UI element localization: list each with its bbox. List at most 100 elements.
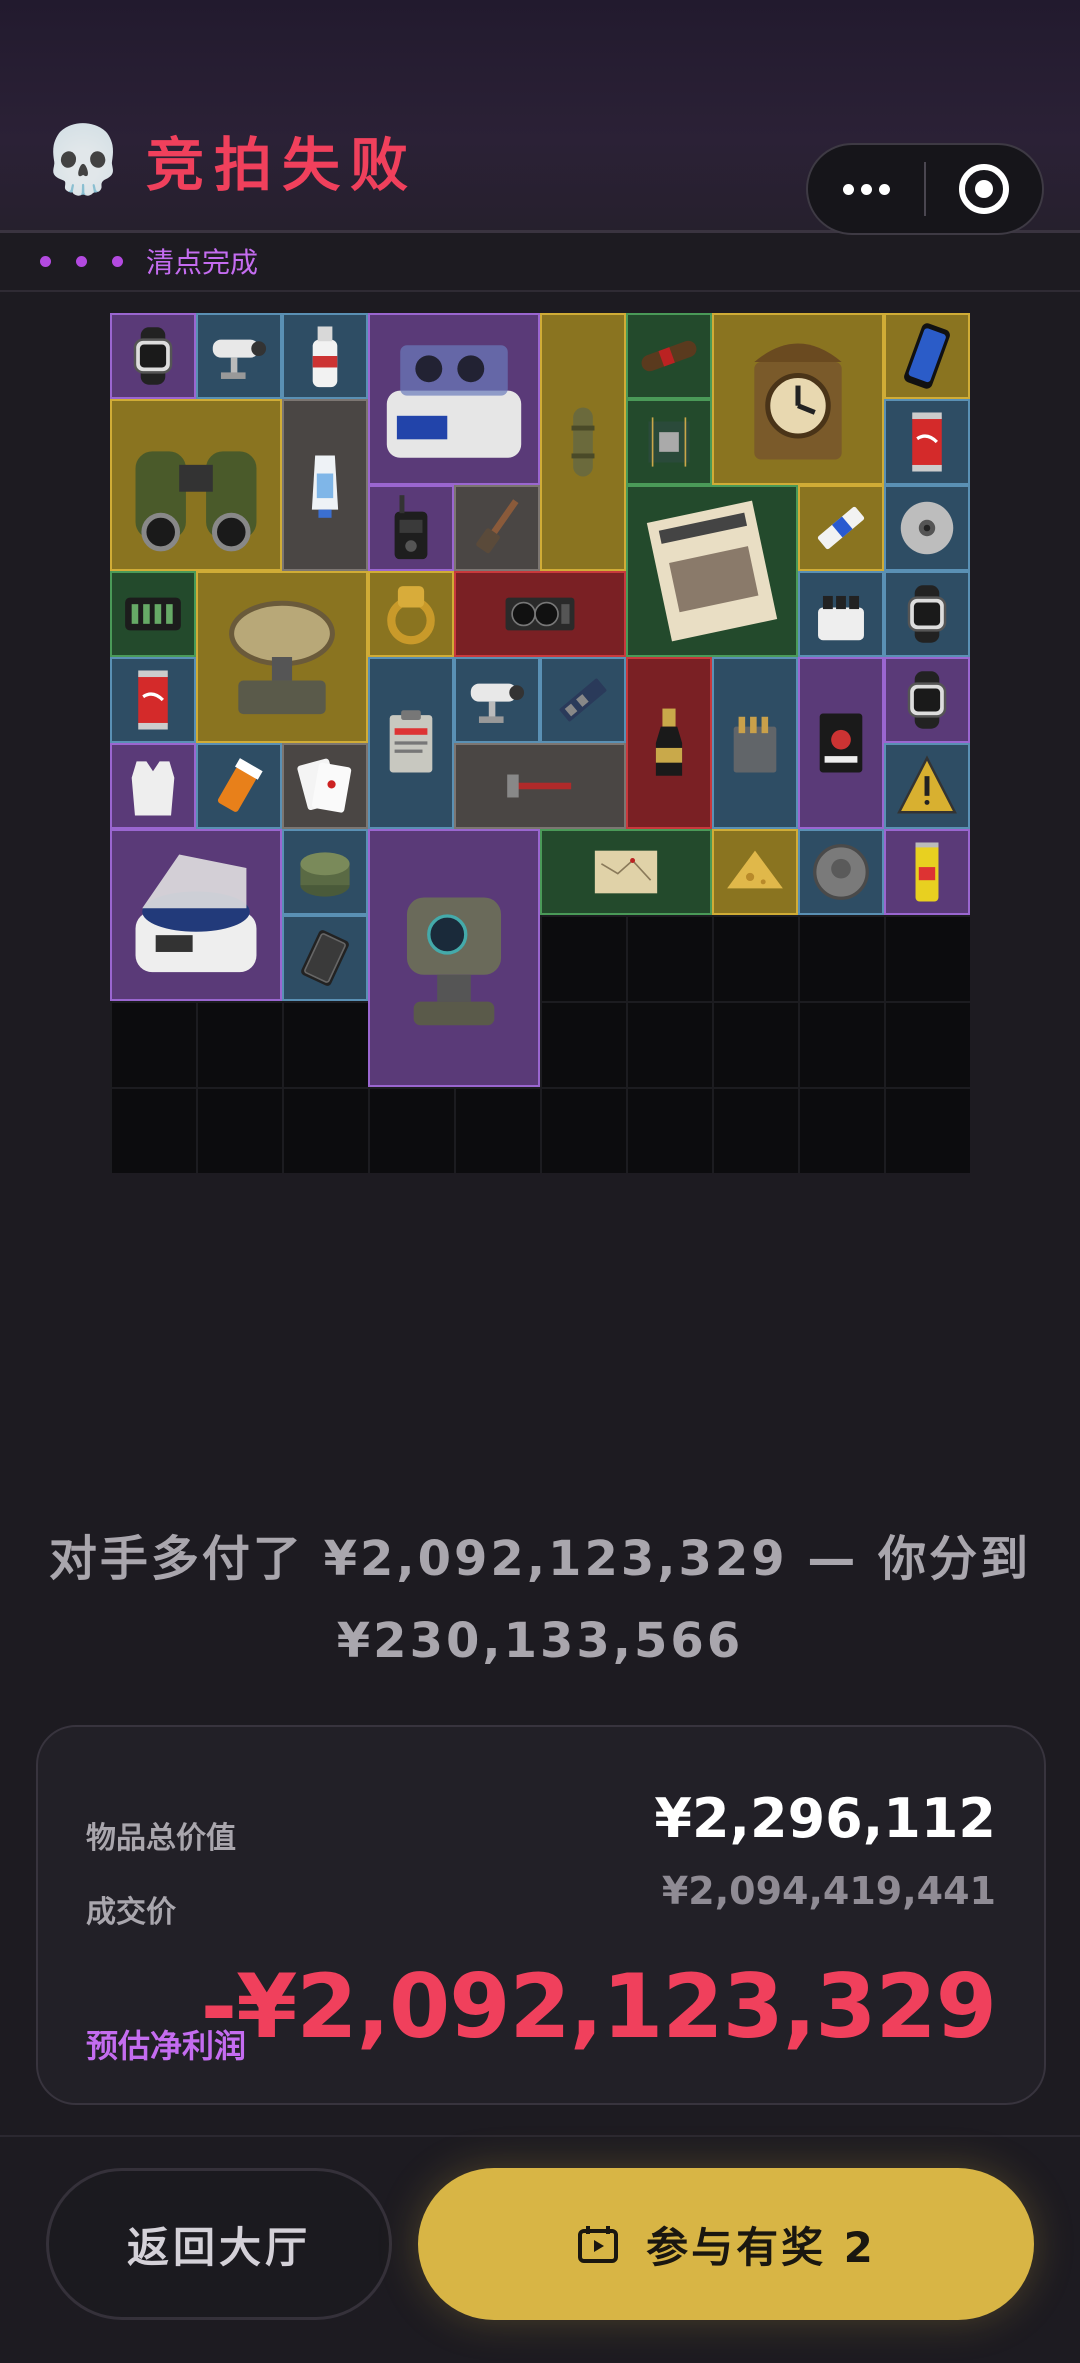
inventory-item[interactable] (368, 313, 540, 485)
vest-icon (131, 761, 175, 816)
inventory-item[interactable] (884, 485, 970, 571)
status-indicator: 清点完成 (40, 244, 258, 279)
inventory-item[interactable] (282, 743, 368, 829)
inventory-item[interactable] (368, 829, 540, 1087)
circuit-chip-icon (648, 417, 690, 467)
inventory-item[interactable] (798, 829, 884, 915)
playing-cards-icon (297, 758, 352, 813)
inventory-item[interactable] (712, 657, 798, 829)
graphics-card-icon (505, 597, 575, 631)
profit-value: -¥2,092,123,329 (200, 1955, 997, 2058)
ammo-box-icon (733, 716, 777, 773)
inventory-item[interactable] (884, 571, 970, 657)
inventory-item[interactable] (540, 657, 626, 743)
inventory-item[interactable] (196, 571, 368, 743)
result-message: 对手多付了 ¥2,092,123,329 — 你分到 ¥230,133,566 (48, 1531, 1032, 1669)
inventory-item[interactable] (196, 313, 282, 399)
ration-can-icon (300, 852, 350, 897)
inventory-grid (110, 313, 970, 1173)
inventory-item[interactable] (110, 657, 196, 743)
robot-turret-icon (406, 897, 502, 1026)
inventory-item[interactable] (368, 485, 454, 571)
inventory-item[interactable] (798, 657, 884, 829)
inventory-item[interactable] (798, 571, 884, 657)
page-title: 竞拍失败 (146, 131, 419, 199)
brush-icon (476, 499, 519, 554)
join-button-label: 参与有奖 2 (646, 2222, 876, 2272)
inventory-item[interactable] (884, 399, 970, 485)
smartwatch-icon (907, 671, 947, 729)
warning-sign-icon (897, 755, 957, 814)
soda-can-icon (138, 670, 168, 730)
binoculars-icon (135, 451, 257, 552)
tube-case-icon (571, 407, 595, 477)
toothpaste-icon (311, 455, 339, 518)
battery-pack-icon (125, 597, 181, 631)
inventory-item[interactable] (884, 743, 970, 829)
map-icon (594, 850, 658, 894)
ticket-play-icon (578, 2226, 619, 2263)
inventory-item[interactable] (884, 657, 970, 743)
inventory-item[interactable] (884, 313, 970, 399)
satellite-dish-icon (229, 600, 335, 715)
fuel-cells-icon (818, 595, 864, 641)
security-camera-icon (212, 339, 267, 379)
mantel-clock-icon (754, 343, 842, 460)
inventory-item[interactable] (798, 485, 884, 571)
inventory-item[interactable] (282, 399, 368, 571)
gold-ring-icon (387, 586, 435, 645)
security-camera-icon (470, 683, 525, 723)
radio-icon (394, 495, 428, 560)
inventory-item[interactable] (626, 657, 712, 829)
inventory-item[interactable] (110, 743, 196, 829)
total-value: ¥2,296,112 (654, 1787, 996, 1850)
lab-shaker-icon (386, 345, 522, 458)
inventory-item[interactable] (282, 829, 368, 915)
status-dot (76, 255, 87, 267)
inventory-item[interactable] (282, 915, 368, 1001)
bottle-icon (312, 326, 338, 388)
inventory-item[interactable] (712, 829, 798, 915)
hard-drive-icon (301, 930, 349, 986)
mini-program-capsule (806, 143, 1044, 235)
smartwatch-icon (133, 327, 173, 385)
newspaper-icon (646, 500, 778, 642)
target-icon[interactable] (926, 145, 1042, 233)
more-dots-icon[interactable] (808, 145, 924, 233)
inventory-item[interactable] (368, 571, 454, 657)
summary-card: 物品总价值 ¥2,296,112 成交价 ¥2,094,419,441 预估净利… (36, 1725, 1046, 2105)
inventory-item[interactable] (110, 399, 282, 571)
inventory-item[interactable] (884, 829, 970, 915)
inventory-item[interactable] (110, 313, 196, 399)
cheese-icon (727, 850, 783, 889)
snack-pack-icon (819, 713, 863, 773)
inventory-item[interactable] (282, 313, 368, 399)
back-button-label: 返回大厅 (126, 2222, 311, 2272)
inventory-item[interactable] (454, 485, 540, 571)
hammer-icon (507, 774, 572, 798)
inventory-item[interactable] (540, 313, 626, 571)
inventory-item[interactable] (626, 313, 712, 399)
pill-bottle-icon (217, 758, 263, 812)
inventory-item[interactable] (454, 571, 626, 657)
ssd-icon (817, 506, 865, 550)
inventory-item[interactable] (110, 571, 196, 657)
inventory-item[interactable] (454, 743, 626, 829)
total-value-label: 物品总价值 (86, 1821, 236, 1856)
inventory-item[interactable] (454, 657, 540, 743)
back-to-lobby-button[interactable]: 返回大厅 (46, 2168, 392, 2320)
deal-price-label: 成交价 (86, 1895, 176, 1930)
inventory-item[interactable] (626, 485, 798, 657)
inventory-item[interactable] (368, 657, 454, 829)
coin-icon (813, 844, 869, 900)
inventory-item[interactable] (110, 829, 282, 1001)
status-divider (0, 290, 1080, 292)
disc-icon (900, 501, 954, 555)
inventory-item[interactable] (712, 313, 884, 485)
inventory-item[interactable] (196, 743, 282, 829)
inventory-item[interactable] (626, 399, 712, 485)
status-dot (40, 255, 51, 267)
inventory-item[interactable] (540, 829, 712, 915)
soda-can-icon (912, 412, 942, 472)
join-reward-button[interactable]: 参与有奖 2 (418, 2168, 1034, 2320)
